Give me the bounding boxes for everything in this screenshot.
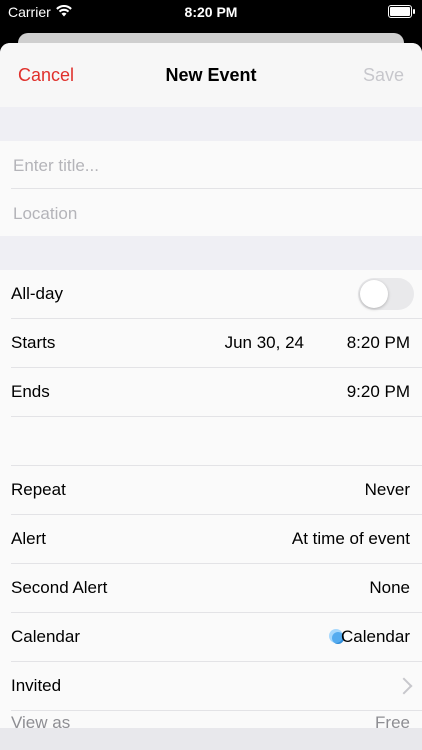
- alert-value: At time of event: [291, 529, 410, 548]
- alert-label: Alert: [11, 529, 46, 548]
- section-gap: [0, 236, 422, 270]
- navigation-bar: Cancel New Event Save: [0, 43, 422, 107]
- status-time: 8:20 PM: [184, 4, 238, 20]
- save-button[interactable]: Save: [363, 65, 404, 86]
- repeat-value: Never: [364, 480, 410, 499]
- new-event-sheet: Cancel New Event Save All-day Starts Jun…: [0, 43, 422, 750]
- second-alert-value: None: [369, 578, 410, 597]
- battery-icon: [388, 5, 415, 18]
- all-day-toggle[interactable]: [358, 278, 414, 310]
- page-title: New Event: [165, 65, 257, 85]
- location-input[interactable]: [11, 197, 410, 231]
- toggle-knob: [360, 280, 388, 308]
- second-alert-label: Second Alert: [11, 578, 108, 597]
- all-day-label: All-day: [11, 284, 63, 303]
- all-day-row: All-day: [11, 270, 422, 319]
- title-location-group: [0, 141, 422, 236]
- location-row: [11, 189, 422, 236]
- empty-row: [11, 417, 422, 466]
- calendar-label: Calendar: [11, 627, 80, 646]
- repeat-row[interactable]: Repeat Never: [11, 466, 422, 515]
- chevron-right-icon: [395, 677, 413, 695]
- calendar-value: Calendar: [341, 627, 410, 646]
- dates-group: All-day Starts Jun 30, 24 8:20 PM Ends 9…: [0, 270, 422, 735]
- starts-label: Starts: [11, 333, 56, 352]
- bottom-bar: [0, 728, 422, 750]
- starts-time[interactable]: 8:20 PM: [347, 333, 410, 353]
- status-bar: Carrier 8:20 PM: [0, 0, 422, 28]
- section-gap: [0, 107, 422, 141]
- ends-time[interactable]: 9:20 PM: [347, 382, 410, 402]
- second-alert-row[interactable]: Second Alert None: [11, 564, 422, 613]
- title-row: [11, 141, 422, 189]
- calendar-row[interactable]: Calendar Calendar: [11, 613, 422, 662]
- ends-label: Ends: [11, 382, 50, 401]
- starts-row[interactable]: Starts Jun 30, 24 8:20 PM: [11, 319, 422, 368]
- invited-label: Invited: [11, 676, 62, 695]
- ends-row[interactable]: Ends 9:20 PM: [11, 368, 422, 417]
- starts-date[interactable]: Jun 30, 24: [225, 333, 304, 353]
- invited-row[interactable]: Invited: [11, 662, 422, 711]
- repeat-label: Repeat: [11, 480, 66, 499]
- alert-row[interactable]: Alert At time of event: [11, 515, 422, 564]
- title-input[interactable]: [11, 149, 410, 183]
